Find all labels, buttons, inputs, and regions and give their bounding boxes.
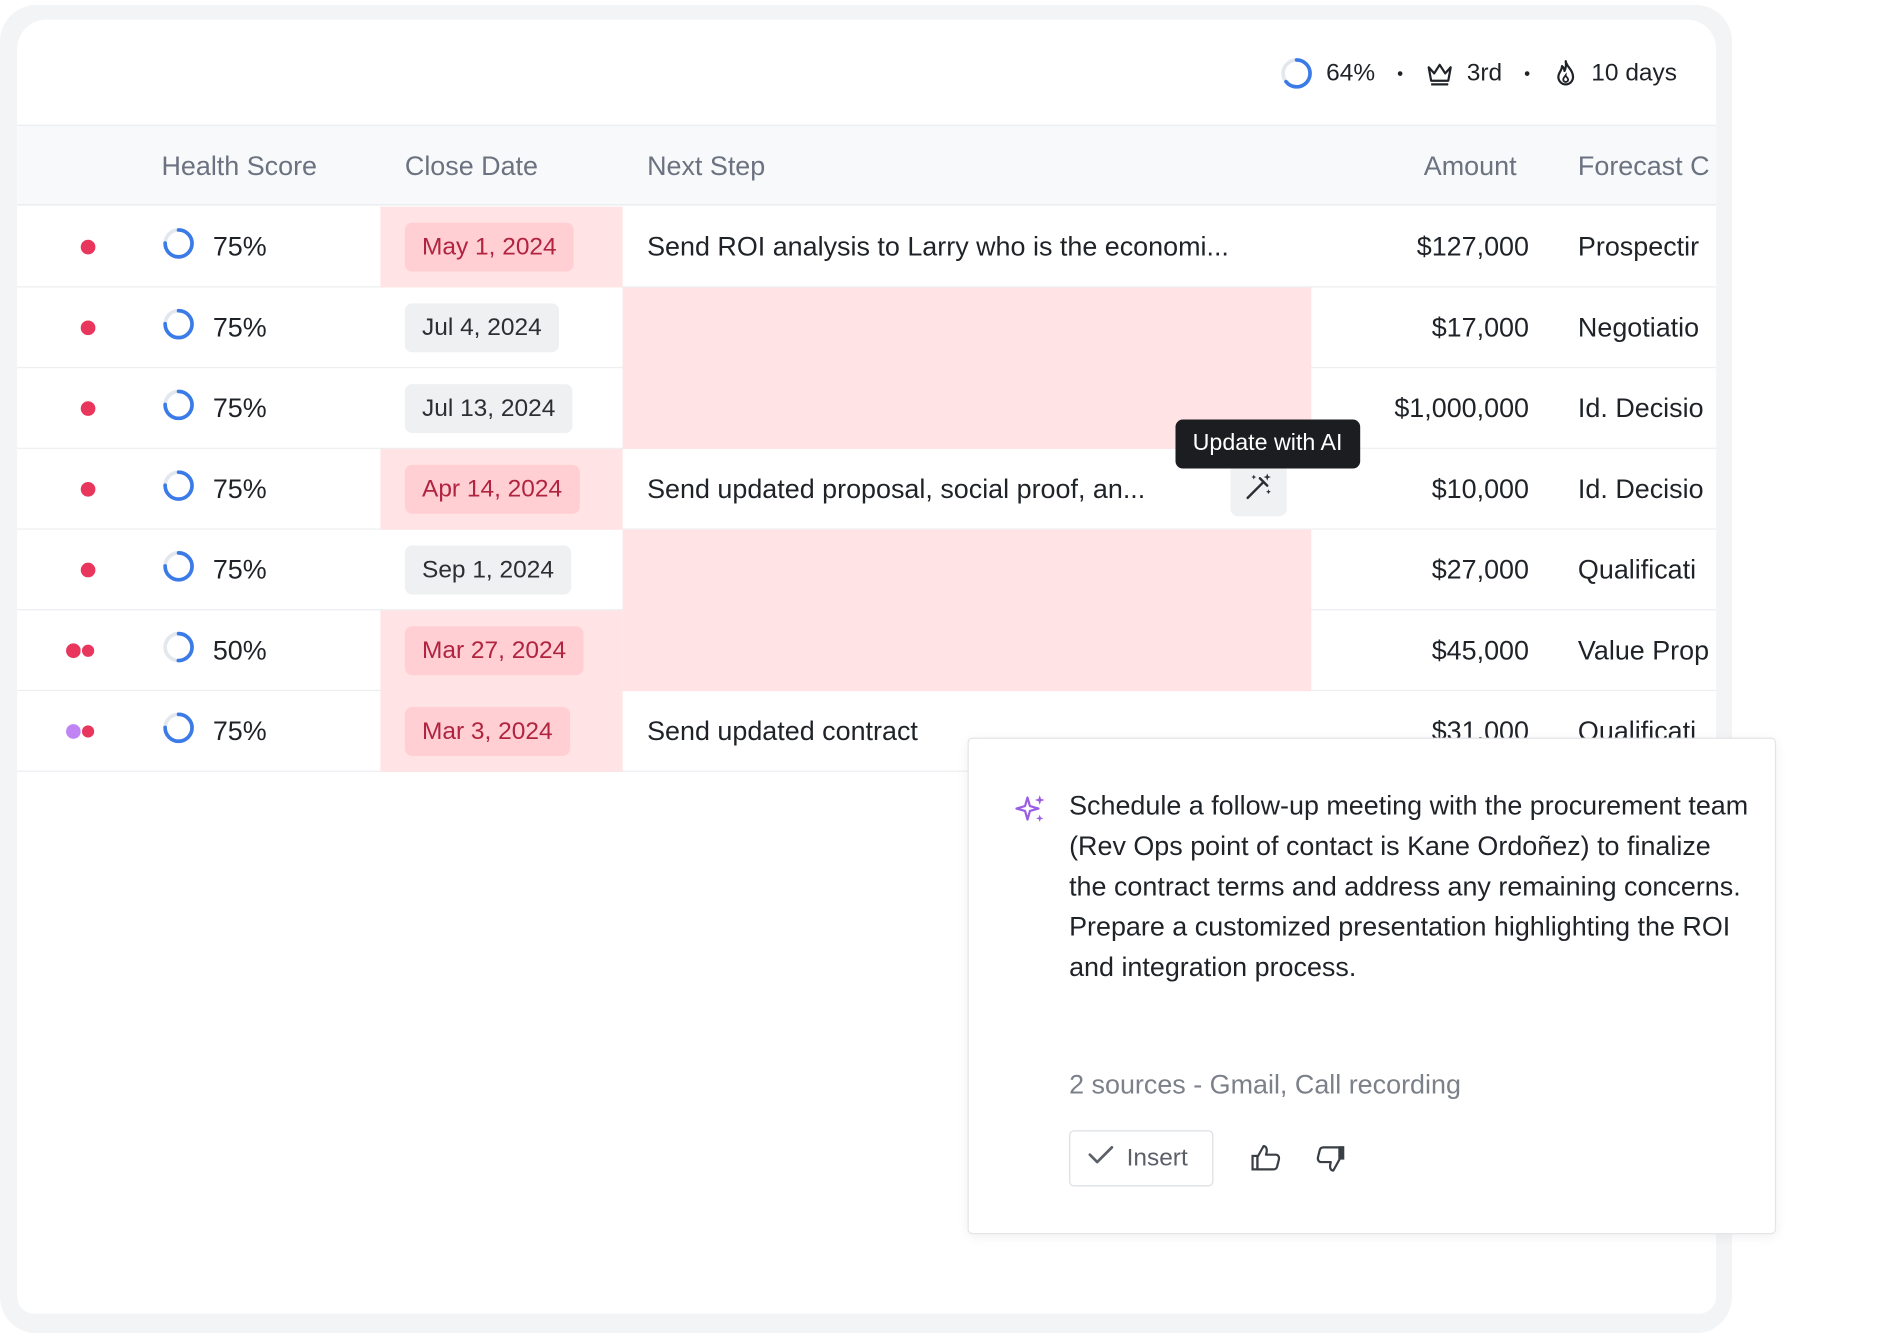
forecast-cell: Id. Decisio [1577, 392, 1704, 424]
insert-button[interactable]: Insert [1069, 1130, 1214, 1187]
close-date-cell[interactable]: Jul 13, 2024 [380, 368, 622, 449]
health-score: 50% [161, 610, 267, 691]
close-date-cell[interactable]: Apr 14, 2024 [380, 448, 623, 530]
health-score: 75% [161, 449, 267, 530]
health-value: 75% [212, 473, 267, 504]
close-date-chip[interactable]: Sep 1, 2024 [404, 545, 572, 595]
table-row[interactable]: 75% May 1, 2024 Send ROI analysis to Larry… [17, 206, 1717, 288]
status-dot [66, 368, 152, 449]
suggestion-sources[interactable]: 2 sources - Gmail, Call recording [1069, 1069, 1461, 1101]
status-dot [66, 610, 152, 691]
stats-separator: • [1524, 63, 1531, 84]
amount-cell: $45,000 [1431, 634, 1529, 666]
health-score: 75% [161, 207, 267, 288]
status-dot [66, 449, 152, 530]
health-ring-icon [161, 549, 195, 591]
close-date-chip[interactable]: Mar 27, 2024 [404, 626, 584, 676]
ai-suggestion-popover: Schedule a follow-up meeting with the pr… [967, 737, 1777, 1235]
sparkle-icon [1013, 793, 1047, 833]
update-with-ai-button[interactable] [1230, 462, 1287, 517]
check-icon [1087, 1144, 1114, 1173]
streak-stat: 10 days [1552, 59, 1677, 88]
update-with-ai-tooltip: Update with AI [1175, 419, 1360, 469]
progress-ring-icon [1280, 56, 1314, 90]
next-step-cell[interactable] [622, 610, 1312, 692]
health-ring-icon [161, 226, 195, 268]
forecast-cell: Prospectir [1577, 231, 1700, 262]
table-row[interactable]: 75% Jul 4, 2024 $17,000 Negotiatio [17, 287, 1717, 369]
close-date-cell[interactable]: Jul 4, 2024 [380, 287, 622, 368]
close-date-cell[interactable]: Sep 1, 2024 [380, 530, 622, 611]
amount-cell: $17,000 [1431, 311, 1529, 343]
close-date-cell[interactable]: Mar 27, 2024 [380, 610, 623, 692]
status-dot [66, 530, 152, 611]
close-date-chip[interactable]: May 1, 2024 [404, 222, 574, 272]
stats-bar: 64% • 3rd • 10 days [1280, 54, 1677, 93]
health-ring-icon [161, 711, 195, 753]
health-score: 75% [161, 368, 267, 449]
next-step-cell[interactable] [622, 287, 1312, 369]
insert-label: Insert [1126, 1144, 1188, 1172]
health-ring-icon [161, 468, 195, 510]
health-value: 75% [212, 715, 267, 747]
table-row[interactable]: 50% Mar 27, 2024 $45,000 Value Prop [17, 610, 1717, 692]
rank-value: 3rd [1466, 59, 1503, 87]
health-score: 75% [161, 287, 267, 368]
health-ring-icon [161, 307, 195, 349]
close-date-chip[interactable]: Jul 13, 2024 [404, 384, 573, 434]
next-step-cell[interactable]: Send ROI analysis to Larry who is the ec… [623, 207, 1312, 288]
next-step-cell[interactable] [622, 529, 1312, 611]
close-date-cell[interactable]: Mar 3, 2024 [380, 691, 623, 772]
suggestion-text: Schedule a follow-up meeting with the pr… [1069, 790, 1749, 983]
amount-cell: $127,000 [1416, 231, 1529, 262]
health-value: 75% [212, 311, 267, 343]
column-amount[interactable]: Amount [1424, 126, 1517, 207]
rank-stat: 3rd [1425, 59, 1502, 87]
stage: 64% • 3rd • 10 days Health Score Close D… [0, 0, 1896, 1333]
forecast-cell: Id. Decisio [1577, 473, 1704, 504]
progress-stat: 64% [1280, 56, 1375, 90]
thumbs-down-icon[interactable] [1315, 1142, 1347, 1180]
forecast-cell: Qualificati [1577, 554, 1697, 585]
amount-cell: $27,000 [1431, 554, 1529, 585]
health-value: 75% [212, 392, 267, 424]
close-date-chip[interactable]: Apr 14, 2024 [404, 464, 580, 514]
streak-value: 10 days [1591, 59, 1678, 87]
health-score: 75% [161, 691, 267, 772]
status-dot [66, 691, 152, 772]
table-header: Health Score Close Date Next Step Amount… [17, 124, 1717, 207]
health-value: 75% [212, 231, 267, 262]
table-row[interactable]: 75% Sep 1, 2024 $27,000 Qualificati [17, 529, 1717, 611]
health-score: 75% [161, 530, 267, 611]
forecast-cell: Value Prop [1577, 634, 1710, 666]
stats-separator: • [1397, 63, 1404, 84]
health-value: 75% [212, 554, 267, 585]
table-row[interactable]: 75% Apr 14, 2024 Send updated proposal, so… [17, 448, 1717, 530]
magic-wand-icon [1243, 470, 1275, 508]
column-close-date[interactable]: Close Date [405, 126, 538, 207]
forecast-cell: Negotiatio [1577, 311, 1700, 343]
status-dot [66, 287, 152, 368]
column-next-step[interactable]: Next Step [647, 126, 765, 207]
close-date-chip[interactable]: Jul 4, 2024 [404, 303, 559, 353]
health-value: 50% [212, 634, 267, 666]
status-dot [66, 207, 152, 288]
column-forecast[interactable]: Forecast C [1578, 126, 1710, 207]
thumbs-up-icon[interactable] [1250, 1142, 1282, 1180]
close-date-chip[interactable]: Mar 3, 2024 [404, 707, 570, 756]
column-health-score[interactable]: Health Score [161, 126, 317, 207]
close-date-cell[interactable]: May 1, 2024 [380, 206, 623, 288]
crown-icon [1425, 60, 1454, 87]
table-row[interactable]: 75% Jul 13, 2024 $1,000,000 Id. Decisio [17, 368, 1717, 449]
flame-icon [1552, 59, 1579, 88]
health-ring-icon [161, 630, 195, 672]
progress-value: 64% [1326, 59, 1376, 87]
health-ring-icon [161, 388, 195, 430]
